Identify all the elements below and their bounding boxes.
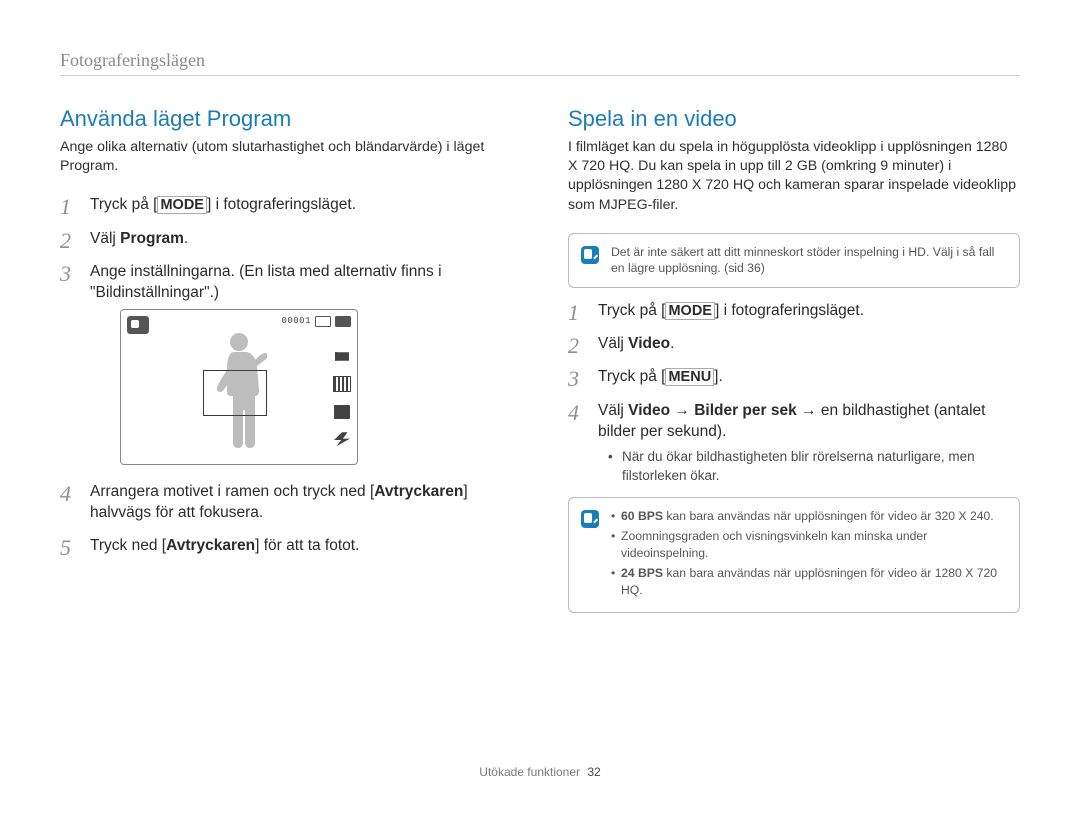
focus-mode-icon — [333, 404, 351, 420]
shot-counter: 00001 — [281, 315, 311, 327]
note-box-1: Det är inte säkert att ditt minneskort s… — [568, 233, 1020, 288]
left-lead: Ange olika alternativ (utom slutarhastig… — [60, 138, 512, 176]
right-step-3: Tryck på [MENU]. — [568, 366, 1020, 388]
two-column-layout: Använda läget Program Ange olika alterna… — [60, 106, 1020, 625]
footer-section-label: Utökade funktioner — [479, 765, 580, 779]
left-column: Använda läget Program Ange olika alterna… — [60, 106, 512, 625]
section-title: Fotograferingslägen — [60, 50, 1020, 71]
right-heading: Spela in en video — [568, 106, 1020, 132]
right-step-4-sub-item: När du ökar bildhastigheten blir rörelse… — [612, 448, 1020, 484]
right-step-1: Tryck på [MODE] i fotograferingsläget. — [568, 300, 1020, 322]
mode-key: MODE — [157, 196, 207, 214]
right-step-4: Välj Video → Bilder per sek → en bildhas… — [568, 400, 1020, 485]
mode-key: MODE — [665, 302, 715, 320]
note-box-2: 60 BPS kan bara användas när upplösninge… — [568, 497, 1020, 613]
flash-mode-icon — [334, 432, 350, 446]
left-step-5: Tryck ned [Avtryckaren] för att ta fotot… — [60, 535, 512, 556]
note-2-item-3: 24 BPS kan bara användas när upplösninge… — [611, 565, 1007, 598]
note-icon — [581, 246, 599, 264]
lcd-top-right-indicators: 00001 — [281, 315, 351, 327]
left-step-3: Ange inställningarna. (En lista med alte… — [60, 261, 512, 465]
page-footer: Utökade funktioner 32 — [0, 765, 1080, 779]
left-step-2: Välj Program. — [60, 228, 512, 249]
left-steps: Tryck på [MODE] i fotograferingsläget. V… — [60, 194, 512, 556]
left-step-4: Arrangera motivet i ramen och tryck ned … — [60, 481, 512, 523]
right-step-4-sub: När du ökar bildhastigheten blir rörelse… — [598, 448, 1020, 484]
image-size-icon — [335, 352, 349, 364]
note-2-list: 60 BPS kan bara användas när upplösninge… — [611, 508, 1007, 602]
manual-page: Fotograferingslägen Använda läget Progra… — [0, 0, 1080, 815]
note-2-item-1: 60 BPS kan bara användas när upplösninge… — [611, 508, 1007, 524]
memory-card-icon — [315, 316, 331, 327]
note-2-item-2: Zoomningsgraden och visningsvinkeln kan … — [611, 528, 1007, 561]
mode-indicator-icon — [127, 316, 149, 334]
image-quality-icon — [333, 376, 351, 392]
right-step-2: Välj Video. — [568, 333, 1020, 354]
left-heading: Använda läget Program — [60, 106, 512, 132]
menu-key: MENU — [665, 368, 714, 386]
horizontal-rule — [60, 75, 1020, 76]
right-column: Spela in en video I ﬁlmläget kan du spel… — [568, 106, 1020, 625]
left-step-1: Tryck på [MODE] i fotograferingsläget. — [60, 194, 512, 216]
battery-icon — [335, 316, 351, 327]
page-number: 32 — [587, 765, 600, 779]
note-text: Det är inte säkert att ditt minneskort s… — [611, 244, 1007, 277]
focus-frame-icon — [203, 370, 267, 416]
note-icon — [581, 510, 599, 528]
right-steps: Tryck på [MODE] i fotograferingsläget. V… — [568, 300, 1020, 485]
camera-lcd-illustration: 00001 — [120, 309, 358, 465]
lcd-right-icons — [333, 352, 351, 446]
right-lead: I ﬁlmläget kan du spela in högupplösta v… — [568, 138, 1020, 215]
